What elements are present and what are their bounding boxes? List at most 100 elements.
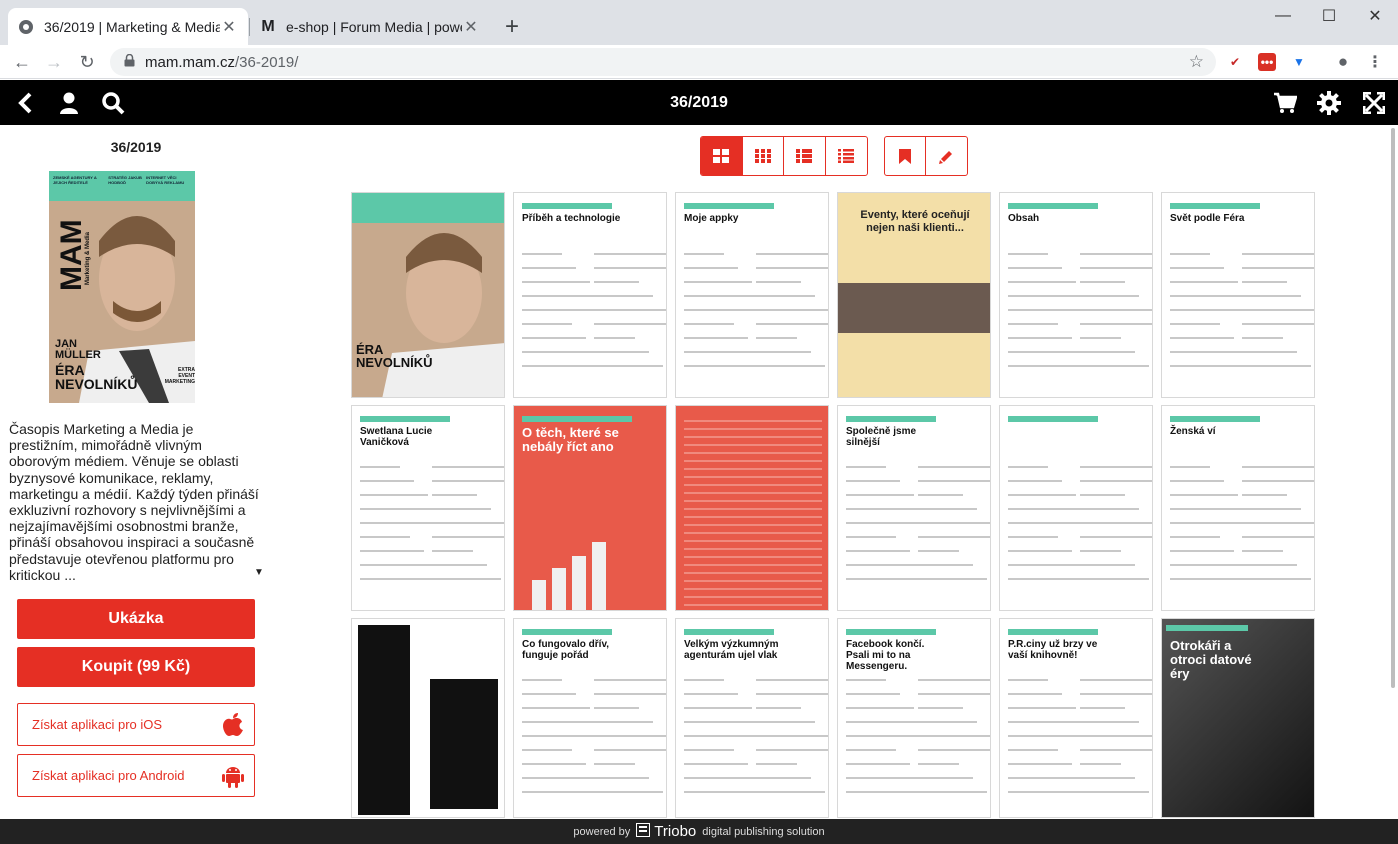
page-thumbnail[interactable]: Eventy, které oceňují nejen naši klienti…	[837, 192, 991, 398]
page-thumbnail[interactable]	[351, 618, 505, 818]
url-field[interactable]: mam.mam.cz/36-2019/ ☆	[110, 48, 1216, 76]
view-large-grid-button[interactable]	[701, 137, 743, 175]
tab-title: 36/2019 | Marketing & Media	[44, 18, 220, 35]
compact-list-icon	[838, 149, 855, 163]
profile-icon[interactable]: ●	[1334, 52, 1352, 71]
issue-label: 36/2019	[110, 139, 162, 155]
url-host: mam.mam.cz	[145, 53, 235, 71]
window-close-icon[interactable]: ✕	[1352, 0, 1398, 32]
scrollbar[interactable]	[1391, 128, 1395, 688]
apple-icon	[223, 713, 243, 736]
browser-tab-bar: 36/2019 | Marketing & Media ✕ M e-shop |…	[0, 0, 1398, 45]
close-icon[interactable]: ✕	[462, 17, 480, 37]
globe-icon	[18, 19, 34, 35]
extension-shield-icon[interactable]: ▼	[1290, 53, 1308, 71]
page-thumbnail[interactable]	[999, 405, 1153, 611]
page-heading: Co fungovalo dřív, funguje pořád	[522, 639, 610, 661]
menu-dots-icon[interactable]: ⋮	[1366, 53, 1384, 71]
page-title: 36/2019	[670, 94, 728, 111]
page-thumbnail[interactable]: Moje appky	[675, 192, 829, 398]
page-thumbnail[interactable]: Otrokáři a otroci datové éry	[1161, 618, 1315, 818]
forward-icon[interactable]: →	[42, 50, 66, 74]
back-icon[interactable]: ←	[10, 50, 34, 74]
page-thumbnail[interactable]: Swetlana Lucie Vaničková	[351, 405, 505, 611]
cover-logo: MAM	[55, 219, 88, 291]
close-icon[interactable]: ✕	[220, 17, 238, 37]
page-heading: Eventy, které oceňují nejen naši klienti…	[860, 209, 970, 234]
page-heading: P.R.ciny už brzy ve vaší knihovně!	[1008, 639, 1098, 661]
buy-button[interactable]: Koupit (99 Kč)	[17, 647, 255, 687]
app-header: 36/2019	[0, 80, 1398, 125]
page-heading: Velkým výzkumným agenturám ujel vlak	[684, 639, 779, 661]
page-thumbnail[interactable]: Ženská ví	[1161, 405, 1315, 611]
preview-button[interactable]: Ukázka	[17, 599, 255, 639]
footer-brand[interactable]: Triobo	[654, 823, 696, 840]
tab-title: e-shop | Forum Media | powered	[286, 18, 462, 35]
list-icon	[796, 149, 813, 163]
issue-sidebar: 36/2019 ZEMSKÉ AGENTURY A JEJICH ŘEDITEL…	[0, 125, 272, 819]
cart-icon[interactable]	[1272, 90, 1298, 116]
page-thumbnail[interactable]: Společně jsme silnější	[837, 405, 991, 611]
fullscreen-icon[interactable]	[1361, 90, 1387, 116]
cover-teaser: INTERNET VĚCI DOBÝVÁ REKLAMU	[146, 175, 185, 185]
page-thumbnail[interactable]: Obsah	[999, 192, 1153, 398]
tools-group	[884, 136, 968, 176]
page-heading: Swetlana Lucie Vaničková	[360, 426, 433, 448]
page-thumbnail[interactable]: Příběh a technologie	[513, 192, 667, 398]
page-thumbnail[interactable]: Facebook končí. Psali mi to na Messenger…	[837, 618, 991, 818]
browser-tab-inactive[interactable]: M e-shop | Forum Media | powered ✕	[250, 8, 490, 45]
small-grid-icon	[754, 149, 771, 163]
page-heading: O těch, které se nebály říct ano	[522, 425, 619, 454]
new-tab-button[interactable]: +	[498, 13, 526, 41]
lock-icon	[124, 53, 135, 70]
triobo-logo-icon	[636, 823, 651, 840]
bookmark-icon	[899, 148, 911, 164]
large-grid-icon	[713, 149, 730, 163]
view-compact-list-button[interactable]	[826, 137, 867, 175]
footer-powered: powered by	[573, 825, 631, 838]
address-bar: ← → ↻ mam.mam.cz/36-2019/ ☆ ✔ ••• ▼ ● ⋮	[0, 45, 1398, 79]
minimize-icon[interactable]: —	[1260, 0, 1306, 32]
page-heading: Svět podle Féra	[1170, 213, 1245, 224]
view-list-button[interactable]	[784, 137, 826, 175]
page-thumbnail[interactable]: P.R.ciny už brzy ve vaší knihovně!	[999, 618, 1153, 818]
gear-icon[interactable]	[1316, 90, 1342, 116]
notes-button[interactable]	[926, 137, 967, 175]
page-thumbnail[interactable]	[675, 405, 829, 611]
bookmarks-button[interactable]	[885, 137, 927, 175]
page-thumbnail[interactable]: Svět podle Féra	[1161, 192, 1315, 398]
page-heading: Moje appky	[684, 213, 739, 224]
cover-teaser: ZEMSKÉ AGENTURY A JEJICH ŘEDITELÉ	[53, 175, 97, 185]
page-heading: Facebook končí. Psali mi to na Messenger…	[846, 639, 925, 672]
footer: powered by Triobo digital publishing sol…	[0, 819, 1398, 844]
android-app-label: Získat aplikaci pro Android	[32, 768, 185, 783]
page-thumbnail[interactable]: ÉRA NEVOLNÍKŮ	[351, 192, 505, 398]
view-small-grid-button[interactable]	[743, 137, 784, 175]
page-thumbnail[interactable]: O těch, které se nebály říct ano	[513, 405, 667, 611]
cover-teaser: STRATÉG JAKUB HODBOĎ	[108, 175, 142, 185]
maximize-icon[interactable]: ☐	[1306, 0, 1352, 32]
cover-name: JAN MÜLLER	[55, 338, 101, 361]
page-heading: Otrokáři a otroci datové éry	[1170, 638, 1252, 681]
page-thumbnail[interactable]: Velkým výzkumným agenturám ujel vlak	[675, 618, 829, 818]
reload-icon[interactable]: ↻	[75, 50, 99, 74]
m-logo-icon: M	[261, 17, 275, 35]
issue-description: Časopis Marketing a Media je prestižním,…	[9, 421, 259, 583]
extension-dots-icon[interactable]: •••	[1258, 53, 1276, 71]
page-heading: Příběh a technologie	[522, 213, 621, 224]
page-heading: Společně jsme silnější	[846, 426, 917, 448]
extension-check-icon[interactable]: ✔	[1226, 53, 1244, 71]
ios-app-button[interactable]: Získat aplikaci pro iOS	[17, 703, 255, 746]
expand-caret-icon[interactable]: ▼	[254, 567, 264, 578]
ios-app-label: Získat aplikaci pro iOS	[32, 717, 163, 732]
android-app-button[interactable]: Získat aplikaci pro Android	[17, 754, 255, 797]
bookmark-star-icon[interactable]: ☆	[1189, 52, 1204, 72]
issue-cover-image[interactable]: ZEMSKÉ AGENTURY A JEJICH ŘEDITELÉ STRATÉ…	[49, 171, 195, 403]
url-path: /36-2019/	[235, 53, 299, 71]
browser-tab-active[interactable]: 36/2019 | Marketing & Media ✕	[8, 8, 248, 45]
view-mode-group	[700, 136, 868, 176]
page-heading: Ženská ví	[1170, 426, 1216, 437]
android-icon	[222, 767, 244, 788]
pencil-icon	[939, 150, 952, 164]
page-thumbnail[interactable]: Co fungovalo dřív, funguje pořád	[513, 618, 667, 818]
